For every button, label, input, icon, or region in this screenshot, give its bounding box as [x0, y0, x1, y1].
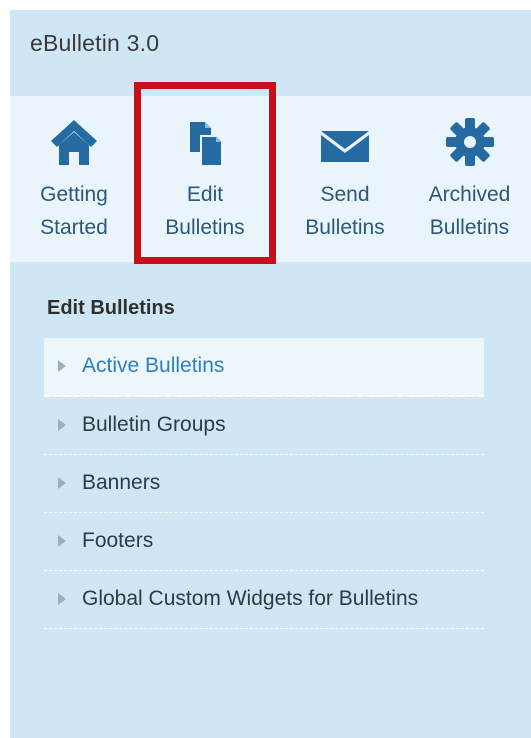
ebulletin-panel: eBulletin 3.0 Getting Started Edit Bulle… [10, 10, 531, 738]
nav-item-global-custom-widgets[interactable]: Global Custom Widgets for Bulletins [44, 571, 484, 629]
triangle-right-icon [58, 477, 66, 489]
archived-bulletins-label-line2: Bulletins [429, 216, 510, 239]
edit-bulletins-label-line1: Edit [186, 183, 224, 206]
nav-item-bulletin-groups[interactable]: Bulletin Groups [44, 397, 484, 455]
gear-icon [445, 118, 494, 166]
edit-bulletins-label-line2: Bulletins [165, 216, 245, 239]
app-title: eBulletin 3.0 [30, 30, 160, 56]
archived-bulletins-label-line1: Archived [428, 183, 511, 206]
archived-bulletins-button[interactable]: Archived Bulletins [408, 96, 531, 262]
triangle-right-icon [58, 593, 66, 605]
send-bulletins-label-line1: Send [320, 183, 370, 206]
triangle-right-icon [58, 535, 66, 547]
triangle-right-icon [58, 360, 66, 372]
section-heading: Edit Bulletins [47, 297, 175, 319]
nav-item-footers[interactable]: Footers [44, 513, 484, 571]
home-icon [51, 120, 97, 165]
bulletin-nav-list: Active Bulletins Bulletin Groups Banners… [44, 338, 484, 629]
send-bulletins-button[interactable]: Send Bulletins [285, 96, 405, 262]
edit-bulletins-button[interactable]: Edit Bulletins [134, 96, 276, 262]
documents-icon [190, 122, 223, 167]
getting-started-button[interactable]: Getting Started [10, 96, 138, 262]
envelope-icon [321, 131, 369, 162]
nav-item-active-bulletins[interactable]: Active Bulletins [44, 338, 484, 397]
getting-started-label-line1: Getting [40, 183, 108, 206]
getting-started-label-line2: Started [40, 216, 108, 239]
nav-item-banners[interactable]: Banners [44, 455, 484, 513]
send-bulletins-label-line2: Bulletins [305, 216, 385, 239]
main-toolbar: Getting Started Edit Bulletins Send Bull… [10, 96, 531, 262]
triangle-right-icon [58, 419, 66, 431]
